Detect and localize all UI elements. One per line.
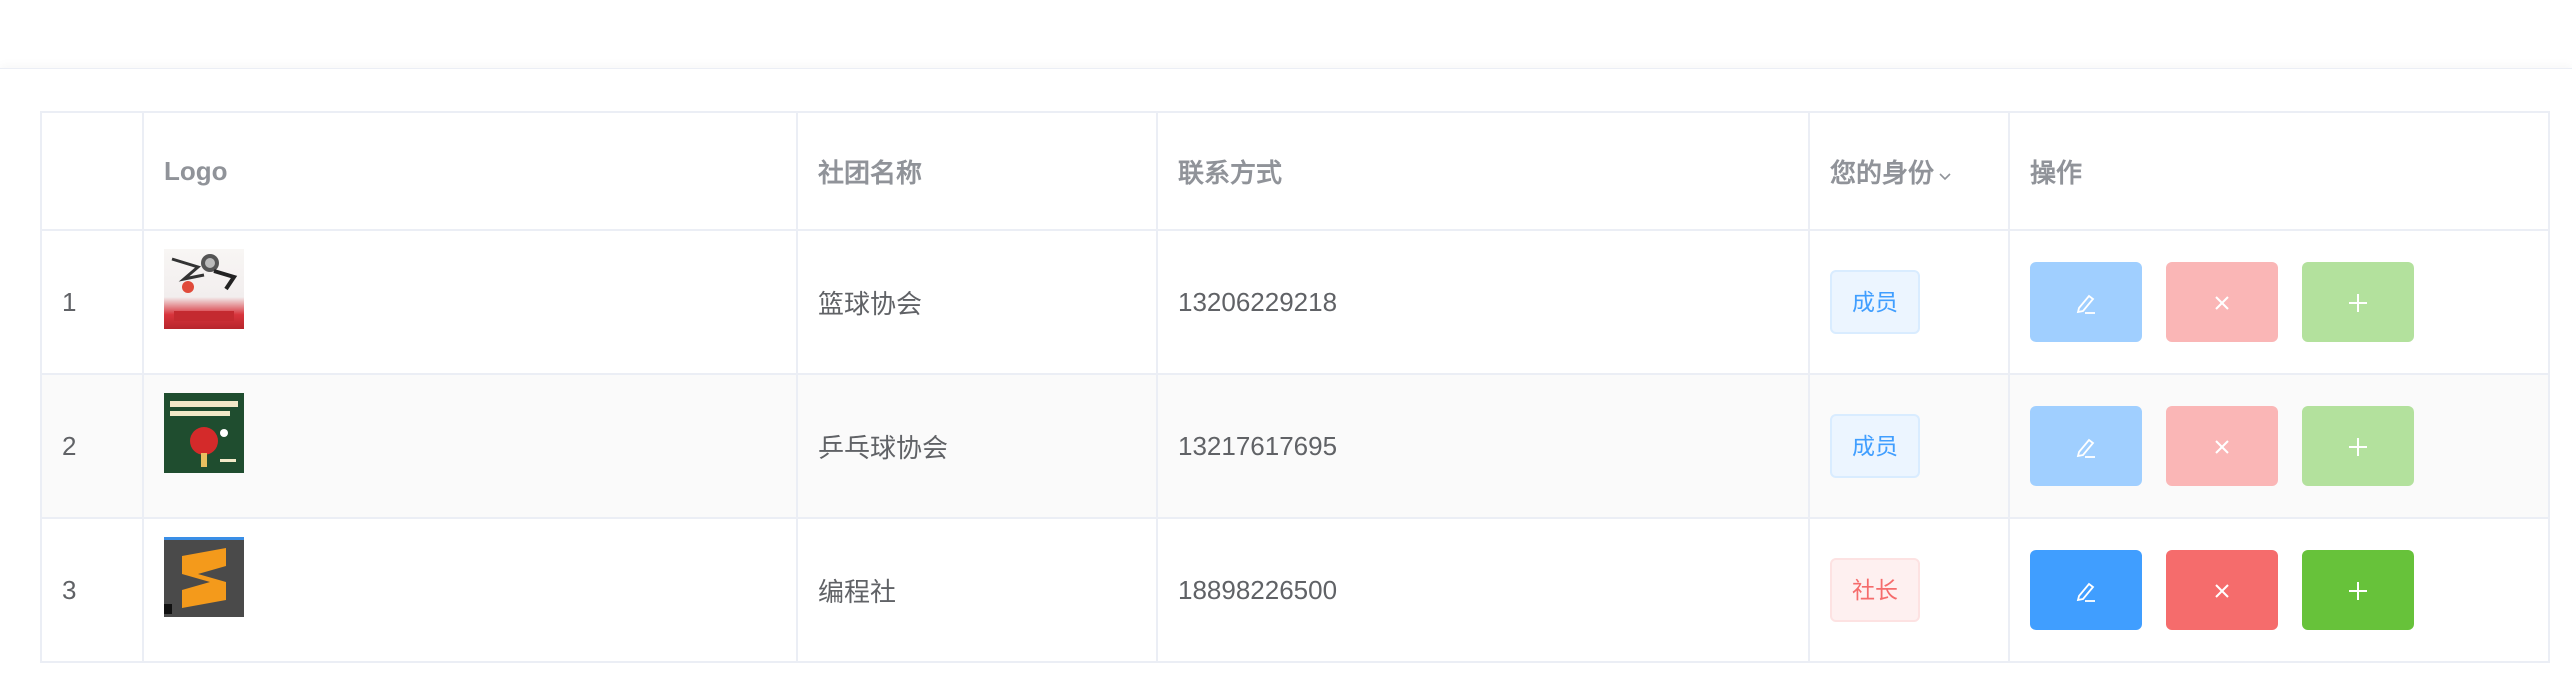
logo-cell (142, 373, 798, 519)
role-cell: 社长 (1808, 517, 2010, 663)
contact-phone: 13206229218 (1156, 229, 1810, 375)
edit-button[interactable] (2030, 550, 2142, 630)
edit-button[interactable] (2030, 406, 2142, 486)
contact-phone: 18898226500 (1156, 517, 1810, 663)
role-tag: 成员 (1830, 414, 1920, 478)
contact-phone: 13217617695 (1156, 373, 1810, 519)
actions-cell (2008, 517, 2550, 663)
close-icon (2215, 440, 2229, 454)
club-logo-image (164, 249, 244, 329)
plus-icon (2349, 294, 2367, 313)
club-logo-image (164, 393, 244, 473)
logo-cell (142, 229, 798, 375)
club-table: Logo 社团名称 联系方式 您的身份 操作 1 篮球协会 1320622921… (40, 111, 2550, 663)
column-header-actions: 操作 (2008, 111, 2550, 231)
table-header-row: Logo 社团名称 联系方式 您的身份 操作 (40, 111, 2550, 231)
role-cell: 成员 (1808, 229, 2010, 375)
role-tag: 成员 (1830, 270, 1920, 334)
edit-pen-icon (2076, 294, 2095, 314)
club-name: 篮球协会 (796, 229, 1158, 375)
edit-pen-icon (2076, 582, 2095, 602)
column-header-role[interactable]: 您的身份 (1808, 111, 2010, 231)
column-header-name: 社团名称 (796, 111, 1158, 231)
club-list-card: Logo 社团名称 联系方式 您的身份 操作 1 篮球协会 1320622921… (0, 68, 2572, 692)
club-logo-image (164, 537, 244, 617)
row-index: 1 (40, 229, 144, 375)
row-index: 2 (40, 373, 144, 519)
chevron-down-icon[interactable] (1938, 169, 1952, 186)
role-cell: 成员 (1808, 373, 2010, 519)
delete-button[interactable] (2166, 262, 2278, 342)
delete-button[interactable] (2166, 550, 2278, 630)
club-name: 乒乓球协会 (796, 373, 1158, 519)
delete-button[interactable] (2166, 406, 2278, 486)
actions-cell (2008, 373, 2550, 519)
edit-pen-icon (2076, 438, 2095, 458)
add-button[interactable] (2302, 550, 2414, 630)
column-header-role-label: 您的身份 (1830, 157, 1935, 188)
table-row: 3 编程社 18898226500 社长 (40, 517, 2550, 663)
column-header-logo: Logo (142, 111, 798, 231)
column-header-contact: 联系方式 (1156, 111, 1810, 231)
close-icon (2215, 584, 2229, 598)
add-button[interactable] (2302, 262, 2414, 342)
role-tag: 社长 (1830, 558, 1920, 622)
row-index: 3 (40, 517, 144, 663)
edit-button[interactable] (2030, 262, 2142, 342)
actions-cell (2008, 229, 2550, 375)
table-row: 2 乒乓球协会 13217617695 成员 (40, 373, 2550, 519)
close-icon (2215, 296, 2229, 310)
add-button[interactable] (2302, 406, 2414, 486)
club-name: 编程社 (796, 517, 1158, 663)
column-header-index (40, 111, 144, 231)
table-row: 1 篮球协会 13206229218 成员 (40, 229, 2550, 375)
logo-cell (142, 517, 798, 663)
plus-icon (2349, 582, 2367, 601)
plus-icon (2349, 438, 2367, 457)
